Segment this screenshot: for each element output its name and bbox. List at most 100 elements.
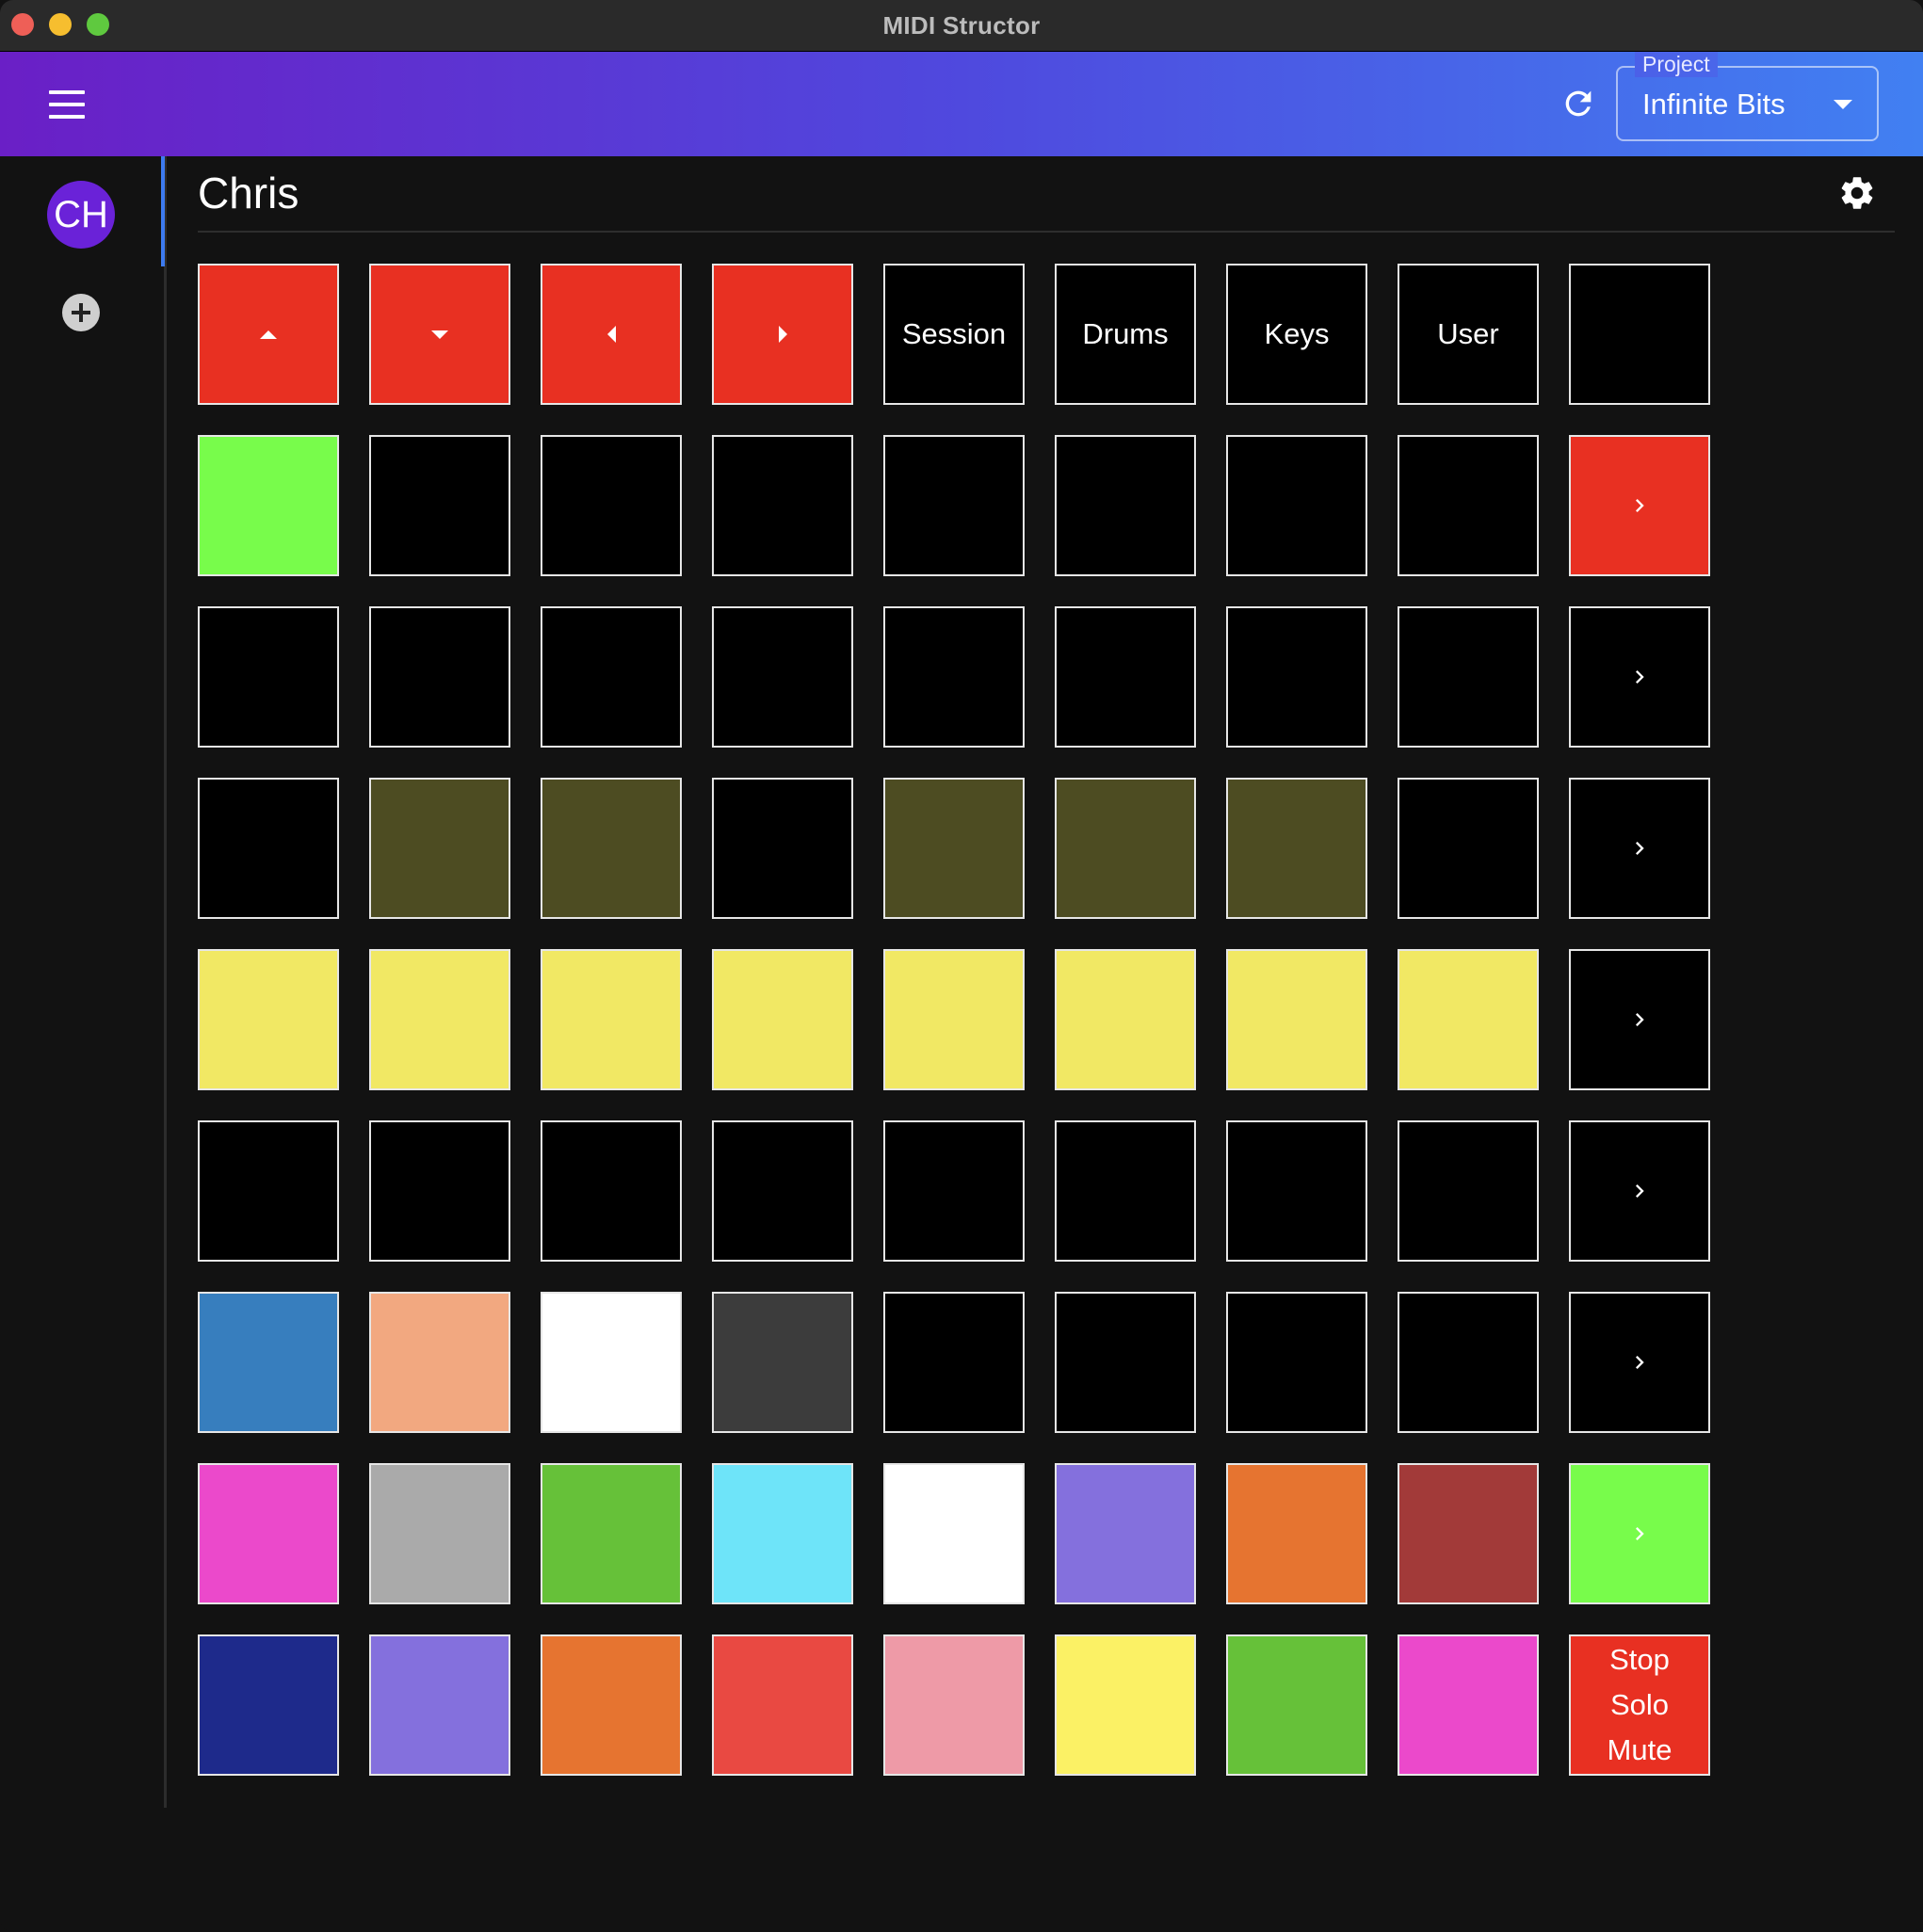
pad-r3-c7[interactable]: [1226, 606, 1367, 748]
pad-r8-c5[interactable]: [883, 1463, 1025, 1604]
arrow-right-icon: [778, 326, 787, 343]
pad-r7-c7[interactable]: [1226, 1292, 1367, 1433]
pad-r4-c1[interactable]: [198, 778, 339, 919]
pad-r1-c5[interactable]: Session: [883, 264, 1025, 405]
project-select[interactable]: Project Infinite Bits: [1616, 52, 1879, 141]
pad-r7-c2[interactable]: [369, 1292, 510, 1433]
pad-r2-c2[interactable]: [369, 435, 510, 576]
pad-r7-c3[interactable]: [541, 1292, 682, 1433]
pad-r2-c5[interactable]: [883, 435, 1025, 576]
pad-r6-c8[interactable]: [1398, 1120, 1539, 1262]
pad-r1-c4[interactable]: [712, 264, 853, 405]
pad-r7-c8[interactable]: [1398, 1292, 1539, 1433]
pad-r2-c9[interactable]: [1569, 435, 1710, 576]
pad-r5-c9[interactable]: [1569, 949, 1710, 1090]
pad-r4-c6[interactable]: [1055, 778, 1196, 919]
pad-label: Keys: [1264, 317, 1330, 350]
pad-r1-c2[interactable]: [369, 264, 510, 405]
caret-down-icon: [1834, 100, 1852, 109]
add-user-icon[interactable]: [62, 294, 100, 331]
pad-r9-c3[interactable]: [541, 1634, 682, 1776]
pad-grid: Session Drums Keys User Stop Solo Mute: [198, 264, 1710, 1776]
pad-r7-c1[interactable]: [198, 1292, 339, 1433]
pad-r6-c1[interactable]: [198, 1120, 339, 1262]
pad-r8-c7[interactable]: [1226, 1463, 1367, 1604]
pad-r8-c9[interactable]: [1569, 1463, 1710, 1604]
maximize-window-button[interactable]: [87, 13, 109, 36]
pad-r5-c7[interactable]: [1226, 949, 1367, 1090]
pad-r2-c8[interactable]: [1398, 435, 1539, 576]
user-avatar[interactable]: CH: [47, 181, 115, 249]
pad-r8-c6[interactable]: [1055, 1463, 1196, 1604]
pad-r1-c7[interactable]: Keys: [1226, 264, 1367, 405]
pad-r1-c6[interactable]: Drums: [1055, 264, 1196, 405]
pad-r6-c7[interactable]: [1226, 1120, 1367, 1262]
pad-r7-c6[interactable]: [1055, 1292, 1196, 1433]
pad-r9-c7[interactable]: [1226, 1634, 1367, 1776]
pad-r5-c6[interactable]: [1055, 949, 1196, 1090]
arrow-up-icon: [260, 330, 277, 339]
pad-r6-c3[interactable]: [541, 1120, 682, 1262]
pad-label: Session: [901, 317, 1007, 350]
pad-r6-c2[interactable]: [369, 1120, 510, 1262]
pad-r9-c6[interactable]: [1055, 1634, 1196, 1776]
title-bar: MIDI Structor: [0, 0, 1923, 52]
refresh-icon[interactable]: [1559, 85, 1597, 122]
pad-r2-c6[interactable]: [1055, 435, 1196, 576]
project-select-value: Infinite Bits: [1642, 88, 1786, 121]
pad-r9-c8[interactable]: [1398, 1634, 1539, 1776]
pad-r8-c2[interactable]: [369, 1463, 510, 1604]
pad-r1-c8[interactable]: User: [1398, 264, 1539, 405]
pad-r6-c9[interactable]: [1569, 1120, 1710, 1262]
pad-r3-c5[interactable]: [883, 606, 1025, 748]
pad-r5-c3[interactable]: [541, 949, 682, 1090]
pad-r9-c4[interactable]: [712, 1634, 853, 1776]
pad-r3-c3[interactable]: [541, 606, 682, 748]
pad-r8-c4[interactable]: [712, 1463, 853, 1604]
arrow-down-icon: [431, 330, 448, 339]
pad-r7-c4[interactable]: [712, 1292, 853, 1433]
pad-r9-c9[interactable]: Stop Solo Mute: [1569, 1634, 1710, 1776]
pad-r5-c5[interactable]: [883, 949, 1025, 1090]
menu-button[interactable]: [45, 89, 90, 121]
pad-r5-c8[interactable]: [1398, 949, 1539, 1090]
gear-icon[interactable]: [1837, 173, 1877, 213]
pad-r5-c2[interactable]: [369, 949, 510, 1090]
pad-r3-c2[interactable]: [369, 606, 510, 748]
pad-r3-c6[interactable]: [1055, 606, 1196, 748]
pad-r6-c4[interactable]: [712, 1120, 853, 1262]
pad-r4-c2[interactable]: [369, 778, 510, 919]
pad-r8-c8[interactable]: [1398, 1463, 1539, 1604]
pad-r4-c3[interactable]: [541, 778, 682, 919]
pad-r4-c7[interactable]: [1226, 778, 1367, 919]
pad-r7-c5[interactable]: [883, 1292, 1025, 1433]
minimize-window-button[interactable]: [49, 13, 72, 36]
pad-r2-c4[interactable]: [712, 435, 853, 576]
pad-r3-c4[interactable]: [712, 606, 853, 748]
pad-r4-c4[interactable]: [712, 778, 853, 919]
pad-r9-c2[interactable]: [369, 1634, 510, 1776]
pad-r4-c8[interactable]: [1398, 778, 1539, 919]
pad-r7-c9[interactable]: [1569, 1292, 1710, 1433]
pad-r9-c5[interactable]: [883, 1634, 1025, 1776]
pad-r3-c9[interactable]: [1569, 606, 1710, 748]
pad-r3-c1[interactable]: [198, 606, 339, 748]
pad-r3-c8[interactable]: [1398, 606, 1539, 748]
pad-r2-c1[interactable]: [198, 435, 339, 576]
pad-r5-c1[interactable]: [198, 949, 339, 1090]
pad-r2-c3[interactable]: [541, 435, 682, 576]
pad-r1-c9[interactable]: [1569, 264, 1710, 405]
pad-r8-c1[interactable]: [198, 1463, 339, 1604]
pad-r2-c7[interactable]: [1226, 435, 1367, 576]
pad-r8-c3[interactable]: [541, 1463, 682, 1604]
close-window-button[interactable]: [11, 13, 34, 36]
pad-r6-c6[interactable]: [1055, 1120, 1196, 1262]
pad-r1-c1[interactable]: [198, 264, 339, 405]
chevron-right-icon: [1626, 1349, 1653, 1376]
pad-r4-c5[interactable]: [883, 778, 1025, 919]
pad-r9-c1[interactable]: [198, 1634, 339, 1776]
pad-r4-c9[interactable]: [1569, 778, 1710, 919]
pad-r6-c5[interactable]: [883, 1120, 1025, 1262]
pad-r5-c4[interactable]: [712, 949, 853, 1090]
pad-r1-c3[interactable]: [541, 264, 682, 405]
